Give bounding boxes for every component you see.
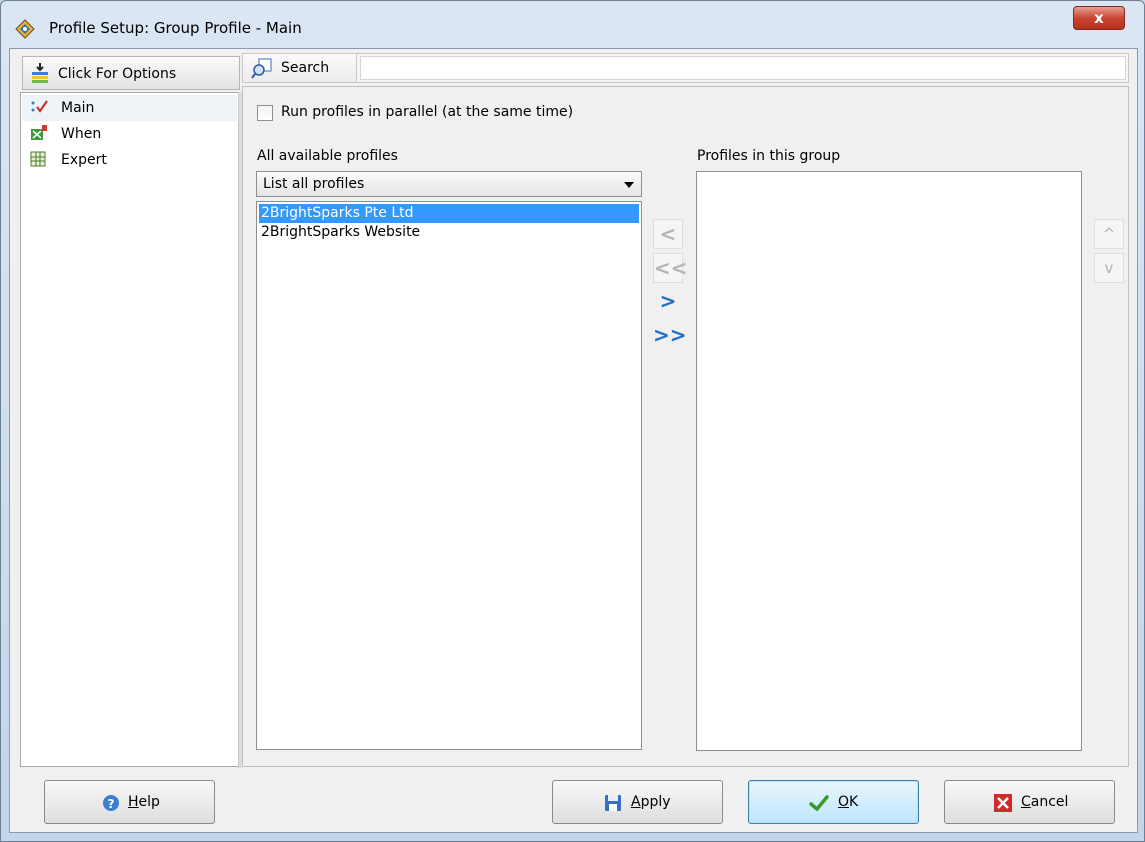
search-label: Search	[281, 60, 330, 76]
svg-text:?: ?	[108, 797, 115, 811]
option-item-expert[interactable]: Expert	[22, 147, 237, 173]
help-label: Help	[128, 794, 160, 810]
move-down-button[interactable]: v	[1094, 253, 1124, 283]
help-icon: ?	[103, 795, 119, 811]
close-icon: x	[1094, 9, 1104, 27]
save-disk-icon	[605, 795, 621, 811]
add-all-button[interactable]: >>	[653, 321, 687, 351]
apply-label: Apply	[631, 794, 671, 810]
search-icon	[251, 58, 272, 79]
group-profiles-label: Profiles in this group	[697, 148, 841, 164]
cancel-x-icon	[994, 794, 1012, 812]
move-up-button[interactable]: ^	[1094, 219, 1124, 249]
option-item-main[interactable]: Main	[22, 95, 237, 121]
chevron-right-icon: >	[659, 289, 677, 313]
search-bar: Search	[242, 53, 1129, 83]
click-for-options-button[interactable]: Click For Options	[22, 56, 240, 90]
available-profiles-label: All available profiles	[257, 148, 398, 164]
chevron-down-icon: v	[1104, 259, 1114, 277]
when-schedule-icon	[31, 125, 47, 140]
option-label-main: Main	[61, 100, 95, 116]
main-settings-panel: Run profiles in parallel (at the same ti…	[242, 86, 1129, 767]
remove-all-button[interactable]: <<	[653, 253, 688, 283]
profile-setup-window: Profile Setup: Group Profile - Main x Cl…	[0, 0, 1145, 842]
ok-button[interactable]: OK	[748, 780, 919, 824]
chevron-up-icon: ^	[1102, 225, 1116, 243]
profile-filter-dropdown[interactable]: List all profiles	[256, 171, 642, 197]
search-input[interactable]	[360, 56, 1126, 80]
close-button[interactable]: x	[1073, 6, 1125, 30]
ok-label: OK	[838, 794, 859, 810]
expert-grid-icon	[30, 151, 46, 167]
dialog-client-area: Click For Options Main When Expert Searc…	[9, 48, 1138, 833]
help-button[interactable]: ? Help	[44, 780, 215, 824]
chevron-down-icon	[624, 182, 634, 188]
option-item-when[interactable]: When	[22, 121, 237, 147]
parallel-checkbox[interactable]	[257, 105, 273, 121]
main-check-icon	[31, 100, 48, 113]
list-item[interactable]: 2BrightSparks Pte Ltd	[259, 204, 639, 223]
search-button[interactable]: Search	[243, 54, 357, 82]
double-chevron-left-icon: <<	[654, 256, 688, 280]
available-profiles-list[interactable]: 2BrightSparks Pte Ltd 2BrightSparks Webs…	[256, 201, 642, 750]
option-label-expert: Expert	[61, 152, 107, 168]
option-label-when: When	[61, 126, 102, 142]
parallel-checkbox-label[interactable]: Run profiles in parallel (at the same ti…	[281, 104, 573, 120]
checkmark-icon	[809, 795, 829, 812]
double-chevron-right-icon: >>	[653, 323, 687, 347]
apply-button[interactable]: Apply	[552, 780, 723, 824]
title-bar[interactable]: Profile Setup: Group Profile - Main x	[1, 1, 1144, 45]
options-header-label: Click For Options	[58, 66, 177, 82]
options-list: Main When Expert	[20, 92, 239, 767]
list-item[interactable]: 2BrightSparks Website	[259, 223, 639, 242]
cancel-button[interactable]: Cancel	[944, 780, 1115, 824]
profile-filter-value: List all profiles	[263, 176, 365, 192]
app-logo-icon	[15, 19, 35, 39]
window-title: Profile Setup: Group Profile - Main	[49, 19, 302, 37]
chevron-left-icon: <	[659, 222, 677, 246]
cancel-label: Cancel	[1021, 794, 1069, 810]
group-profiles-list[interactable]	[696, 171, 1082, 751]
add-one-button[interactable]: >	[653, 287, 683, 317]
options-icon	[32, 63, 48, 83]
remove-one-button[interactable]: <	[653, 219, 683, 249]
